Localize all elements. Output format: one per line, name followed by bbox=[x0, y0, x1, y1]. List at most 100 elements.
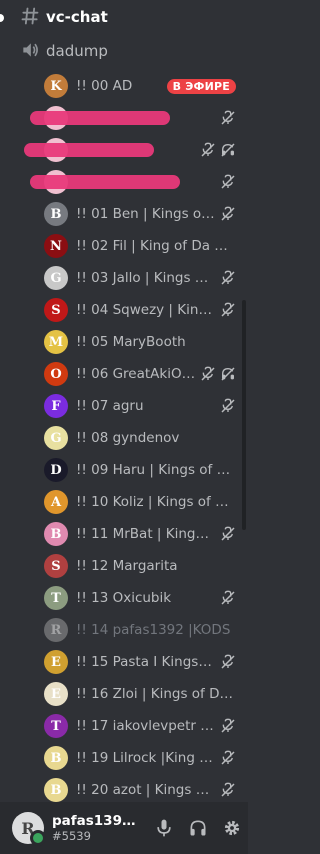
voice-status-icons bbox=[200, 366, 236, 382]
voice-user-row[interactable]: O !! 06 GreatAkiO ... bbox=[44, 358, 236, 390]
voice-user-name: !! 06 GreatAkiO ... bbox=[76, 366, 196, 382]
online-status-dot bbox=[30, 830, 46, 846]
avatar: E bbox=[44, 682, 68, 706]
muted-mic-icon bbox=[221, 206, 235, 221]
panel-user-info[interactable]: pafas1392 I ... #5539 bbox=[52, 813, 142, 843]
voice-status-icons bbox=[220, 782, 236, 798]
voice-status-icons bbox=[220, 174, 236, 190]
gear-icon bbox=[224, 820, 240, 836]
voice-user-name: !! 14 pafas1392 |KODS bbox=[76, 622, 231, 638]
voice-user-name: !! 03 Jallo | Kings of ... bbox=[76, 270, 216, 286]
muted-mic-icon bbox=[221, 398, 235, 413]
voice-user-row[interactable]: F !! 07 agru bbox=[44, 390, 236, 422]
avatar: B bbox=[44, 778, 68, 802]
voice-user-row[interactable]: B !! 01 Ben | Kings of ... bbox=[44, 198, 236, 230]
avatar: T bbox=[44, 586, 68, 610]
voice-user-row[interactable]: A !! 10 Koliz | Kings of Da S... bbox=[44, 486, 236, 518]
voice-user-row[interactable]: T !! 13 Oxicubik bbox=[44, 582, 236, 614]
channel-vc-chat[interactable]: vc-chat bbox=[0, 2, 248, 34]
avatar: K bbox=[44, 74, 68, 98]
deafened-icon bbox=[221, 143, 235, 157]
user-panel: R pafas1392 I ... #5539 bbox=[0, 802, 248, 854]
panel-discriminator: #5539 bbox=[52, 829, 91, 843]
avatar: B bbox=[44, 522, 68, 546]
voice-user-name: !! 16 Zloi | Kings of Da St... bbox=[76, 686, 236, 702]
voice-user-row[interactable] bbox=[24, 134, 236, 166]
redaction-scribble bbox=[30, 175, 180, 189]
avatar: R bbox=[44, 618, 68, 642]
voice-status-icons bbox=[220, 270, 236, 286]
deafened-icon bbox=[221, 367, 235, 381]
voice-user-row[interactable]: B !! 19 Lilrock |King of da S... bbox=[44, 742, 236, 774]
voice-user-row[interactable]: M !! 05 MaryBooth bbox=[44, 326, 236, 358]
voice-status-icons bbox=[220, 590, 236, 606]
voice-user-name: !! 12 Margarita bbox=[76, 558, 178, 574]
avatar: S bbox=[44, 554, 68, 578]
avatar[interactable]: R bbox=[12, 812, 46, 846]
voice-user-name: !! 05 MaryBooth bbox=[76, 334, 186, 350]
voice-user-row[interactable]: S !! 04 Sqwezy | King ... bbox=[44, 294, 236, 326]
hash-icon bbox=[21, 7, 39, 25]
muted-mic-icon bbox=[221, 590, 235, 605]
avatar: A bbox=[44, 490, 68, 514]
muted-mic-icon bbox=[221, 654, 235, 669]
avatar: B bbox=[44, 202, 68, 226]
avatar: N bbox=[44, 234, 68, 258]
voice-status-icons bbox=[220, 398, 236, 414]
panel-username: pafas1392 I ... bbox=[52, 813, 142, 829]
settings-button[interactable] bbox=[220, 816, 244, 840]
muted-mic-icon bbox=[221, 270, 235, 285]
headphones-icon bbox=[190, 820, 206, 836]
voice-user-name: !! 07 agru bbox=[76, 398, 144, 414]
microphone-button[interactable] bbox=[152, 816, 176, 840]
avatar: M bbox=[44, 330, 68, 354]
voice-user-name: !! 04 Sqwezy | King ... bbox=[76, 302, 216, 318]
voice-user-row[interactable]: T !! 17 iakovlevpetr | K... bbox=[44, 710, 236, 742]
scrollbar[interactable] bbox=[242, 300, 246, 530]
voice-user-name: !! 08 gyndenov bbox=[76, 430, 180, 446]
redaction-scribble bbox=[30, 111, 170, 125]
muted-mic-icon bbox=[221, 718, 235, 733]
muted-mic-icon bbox=[221, 750, 235, 765]
voice-user-row[interactable]: K !! 00 AD В ЭФИРЕ bbox=[44, 70, 236, 102]
voice-status-icons bbox=[200, 142, 236, 158]
voice-user-row[interactable]: N !! 02 Fil | King of Da Street bbox=[44, 230, 236, 262]
voice-status-icons bbox=[220, 302, 236, 318]
voice-user-name: !! 17 iakovlevpetr | K... bbox=[76, 718, 216, 734]
voice-user-row[interactable]: G !! 03 Jallo | Kings of ... bbox=[44, 262, 236, 294]
voice-user-row[interactable]: S !! 12 Margarita bbox=[44, 550, 236, 582]
voice-user-name: !! 09 Haru | Kings of Da ... bbox=[76, 462, 236, 478]
headphones-button[interactable] bbox=[186, 816, 210, 840]
microphone-icon bbox=[157, 819, 171, 837]
channel-name: vc-chat bbox=[46, 8, 108, 26]
avatar: G bbox=[44, 266, 68, 290]
muted-mic-icon bbox=[221, 174, 235, 189]
voice-user-row[interactable] bbox=[30, 102, 236, 134]
muted-mic-icon bbox=[221, 302, 235, 317]
muted-mic-icon bbox=[201, 366, 215, 381]
voice-status-icons bbox=[220, 750, 236, 766]
voice-user-row[interactable]: R !! 14 pafas1392 |KODS bbox=[44, 614, 236, 646]
redaction-scribble bbox=[24, 143, 154, 157]
avatar: E bbox=[44, 650, 68, 674]
voice-user-row[interactable] bbox=[30, 166, 236, 198]
voice-user-name: !! 01 Ben | Kings of ... bbox=[76, 206, 216, 222]
speaker-icon bbox=[23, 43, 38, 57]
voice-user-name: !! 15 Pasta I Kings of... bbox=[76, 654, 216, 670]
avatar: B bbox=[44, 746, 68, 770]
live-badge: В ЭФИРЕ bbox=[166, 78, 236, 94]
voice-status-icons bbox=[220, 206, 236, 222]
voice-user-row[interactable]: E !! 15 Pasta I Kings of... bbox=[44, 646, 236, 678]
voice-user-row[interactable]: B !! 11 MrBat | Kings o... bbox=[44, 518, 236, 550]
avatar: O bbox=[44, 362, 68, 386]
voice-user-row[interactable]: G !! 08 gyndenov bbox=[44, 422, 236, 454]
voice-user-row[interactable]: E !! 16 Zloi | Kings of Da St... bbox=[44, 678, 236, 710]
voice-status-icons bbox=[220, 718, 236, 734]
voice-channel-dadump[interactable]: dadump bbox=[0, 36, 248, 68]
avatar: G bbox=[44, 426, 68, 450]
voice-user-row[interactable]: D !! 09 Haru | Kings of Da ... bbox=[44, 454, 236, 486]
avatar: S bbox=[44, 298, 68, 322]
unread-indicator bbox=[0, 14, 4, 22]
voice-user-name: !! 13 Oxicubik bbox=[76, 590, 172, 606]
voice-status-icons bbox=[220, 654, 236, 670]
